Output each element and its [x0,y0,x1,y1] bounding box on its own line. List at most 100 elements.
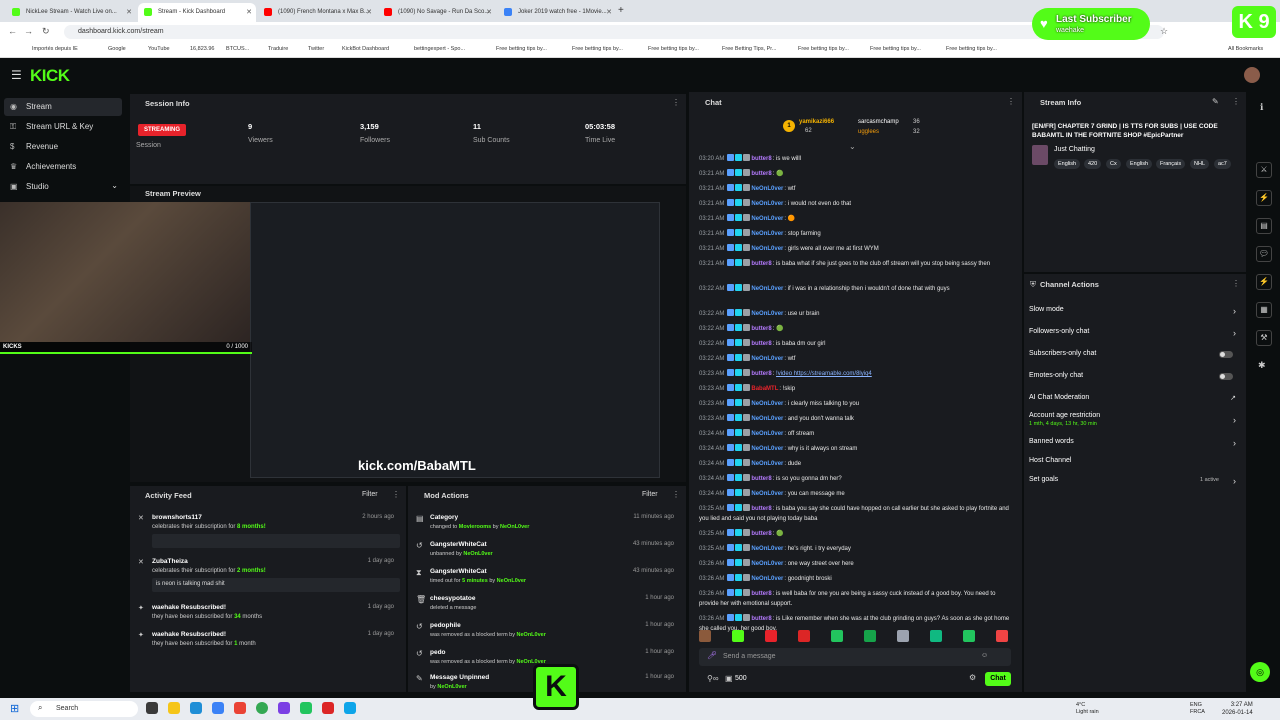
activity-user[interactable]: waehake Resubscribed! [152,604,226,611]
windows-start-icon[interactable]: ⊞ [10,702,19,715]
browser-tab[interactable]: NickLee Stream - Watch Live on... ✕ [6,3,136,22]
chat-username[interactable]: NeOnL0ver [751,201,783,207]
emotes-only-toggle[interactable] [1219,373,1233,380]
mod-action-title[interactable]: GangsterWhiteCat [430,541,487,548]
browser-tab[interactable]: Joker 2019 watch free - 1Movie... ✕ [498,3,616,22]
sidebar-item-stream[interactable]: ◉ Stream [4,98,122,116]
category-name[interactable]: Just Chatting [1054,146,1095,153]
bookmark-item[interactable]: All Bookmarks [1228,46,1263,52]
sidebar-item-revenue[interactable]: $ Revenue [0,138,124,156]
activity-user[interactable]: brownshorts117 [152,514,202,521]
send-chat-button[interactable]: Chat [985,672,1011,686]
chat-username[interactable]: butter8 [751,171,771,177]
grid-icon[interactable]: ▦ [1256,302,1272,318]
chat-username[interactable]: NeOnL0ver [751,546,783,552]
chat-username[interactable]: butter8 [751,326,771,332]
browser-tab-active[interactable]: Stream - Kick Dashboard ✕ [138,3,256,22]
chat-username[interactable]: NeOnL0ver [751,461,783,467]
kick-logo[interactable]: KICK [30,66,70,86]
bookmark-item[interactable]: Free Betting Tips, Pr... [722,46,776,52]
bookmark-item[interactable]: Free betting tips by... [496,46,547,52]
sidebar-item-studio[interactable]: ▣ Studio ⌄ [0,178,124,196]
chat-username[interactable]: butter8 [751,506,771,512]
chat-username[interactable]: NeOnL0ver [751,286,783,292]
filter-button[interactable]: Filter [362,491,378,498]
chat-bubble-icon[interactable]: 💬︎ [1256,246,1272,262]
more-options-icon[interactable]: ⋮ [1232,97,1240,106]
emote-icon[interactable] [765,630,777,642]
system-clock[interactable]: 3:27 AM 2026-01-14 [1222,701,1253,717]
taskbar-search[interactable]: ⌕ Search [30,701,138,717]
bookmark-item[interactable]: Free betting tips by... [648,46,699,52]
help-chat-icon[interactable]: ◎ [1250,662,1270,682]
task-view-icon[interactable] [146,702,158,714]
store-icon[interactable] [212,702,224,714]
app-icon[interactable] [278,702,290,714]
bookmark-item[interactable]: BTCUS... [226,46,249,52]
chat-username[interactable]: butter8 [751,156,771,162]
chat-username[interactable]: butter8 [751,476,771,482]
forward-icon[interactable]: → [24,26,33,36]
screen-capture-preview[interactable] [250,202,660,478]
bookmark-item[interactable]: Google [108,46,126,52]
app-icon[interactable] [300,702,312,714]
chat-username[interactable]: NeOnL0ver [751,416,783,422]
bookmark-item[interactable]: KickBot Dashboard [342,46,389,52]
browser-tab[interactable]: (1090) French Montana x Max B... ✕ [258,3,376,22]
emote-icon[interactable] [864,630,876,642]
ai-moderation-action[interactable]: AI Chat Moderation ↗ [1029,394,1239,410]
chat-username[interactable]: NeOnL0ver [751,216,783,222]
more-options-icon[interactable]: ⋮ [672,98,680,107]
emote-icon[interactable] [930,630,942,642]
chat-username[interactable]: butter8 [751,591,771,597]
pin-icon[interactable]: ⚲∞ [707,674,719,683]
bookmark-item[interactable]: YouTube [148,46,170,52]
tool-icon[interactable]: ⚔ [1256,162,1272,178]
close-icon[interactable]: ✕ [486,8,492,16]
mod-action-title[interactable]: GangsterWhiteCat [430,568,487,575]
banned-words-action[interactable]: Banned words › [1029,438,1239,454]
bookmark-item[interactable]: Free betting tips by... [572,46,623,52]
expand-icon[interactable]: ⌄ [849,142,856,151]
chat-username[interactable]: butter8 [751,616,771,622]
emote-icon[interactable] [798,630,810,642]
wrench-icon[interactable]: ⚒ [1256,330,1272,346]
bookmark-item[interactable]: Free betting tips by... [798,46,849,52]
mod-action-title[interactable]: cheesypotatoe [430,595,476,602]
chat-input[interactable]: Send a message [699,648,1011,666]
emote-icon[interactable] [732,630,744,642]
document-icon[interactable]: ▤ [1256,218,1272,234]
chat-username[interactable]: butter8 [751,371,771,377]
chat-username[interactable]: NeOnL0ver [751,491,783,497]
star-icon[interactable]: ☆ [1160,26,1168,37]
chat-username[interactable]: NeOnL0ver [751,446,783,452]
avatar[interactable] [1244,67,1260,83]
chrome-icon[interactable] [256,702,268,714]
bookmark-item[interactable]: bettingexpert - Spo... [414,46,465,52]
sidebar-item-stream-url[interactable]: ⚿ Stream URL & Key [0,118,124,136]
subscribers-only-toggle[interactable] [1219,351,1233,358]
emote-icon[interactable] [996,630,1008,642]
file-explorer-icon[interactable] [168,702,180,714]
bookmark-item[interactable]: 16,823.96 [190,46,214,52]
bolt-icon[interactable]: ⚡ [1256,274,1272,290]
emote-icon[interactable] [963,630,975,642]
browser-tab[interactable]: (1090) No Savage - Run Da Sco... ✕ [378,3,496,22]
language-indicator[interactable]: ENG FRCA [1190,702,1205,716]
bookmark-item[interactable]: Twitter [308,46,324,52]
weather-widget[interactable]: 4°C Light rain [1076,702,1099,716]
app-icon[interactable] [322,702,334,714]
back-icon[interactable]: ← [8,26,17,36]
settings-gear-icon[interactable]: ⚙ [969,673,976,682]
chat-username[interactable]: NeOnL0ver [751,246,783,252]
app-icon[interactable] [344,702,356,714]
edit-pencil-icon[interactable]: ✎ [1212,97,1219,106]
more-options-icon[interactable]: ⋮ [1232,279,1240,288]
hamburger-menu-icon[interactable]: ☰ [11,68,22,82]
set-goals-action[interactable]: Set goals 1 active › [1029,476,1239,492]
filter-button[interactable]: Filter [642,491,658,498]
bookmark-item[interactable]: Traduire [268,46,288,52]
info-icon[interactable]: ℹ [1260,102,1263,113]
gifter-name[interactable]: sarcasmchamp [858,119,899,125]
more-options-icon[interactable]: ⋮ [1007,97,1015,106]
